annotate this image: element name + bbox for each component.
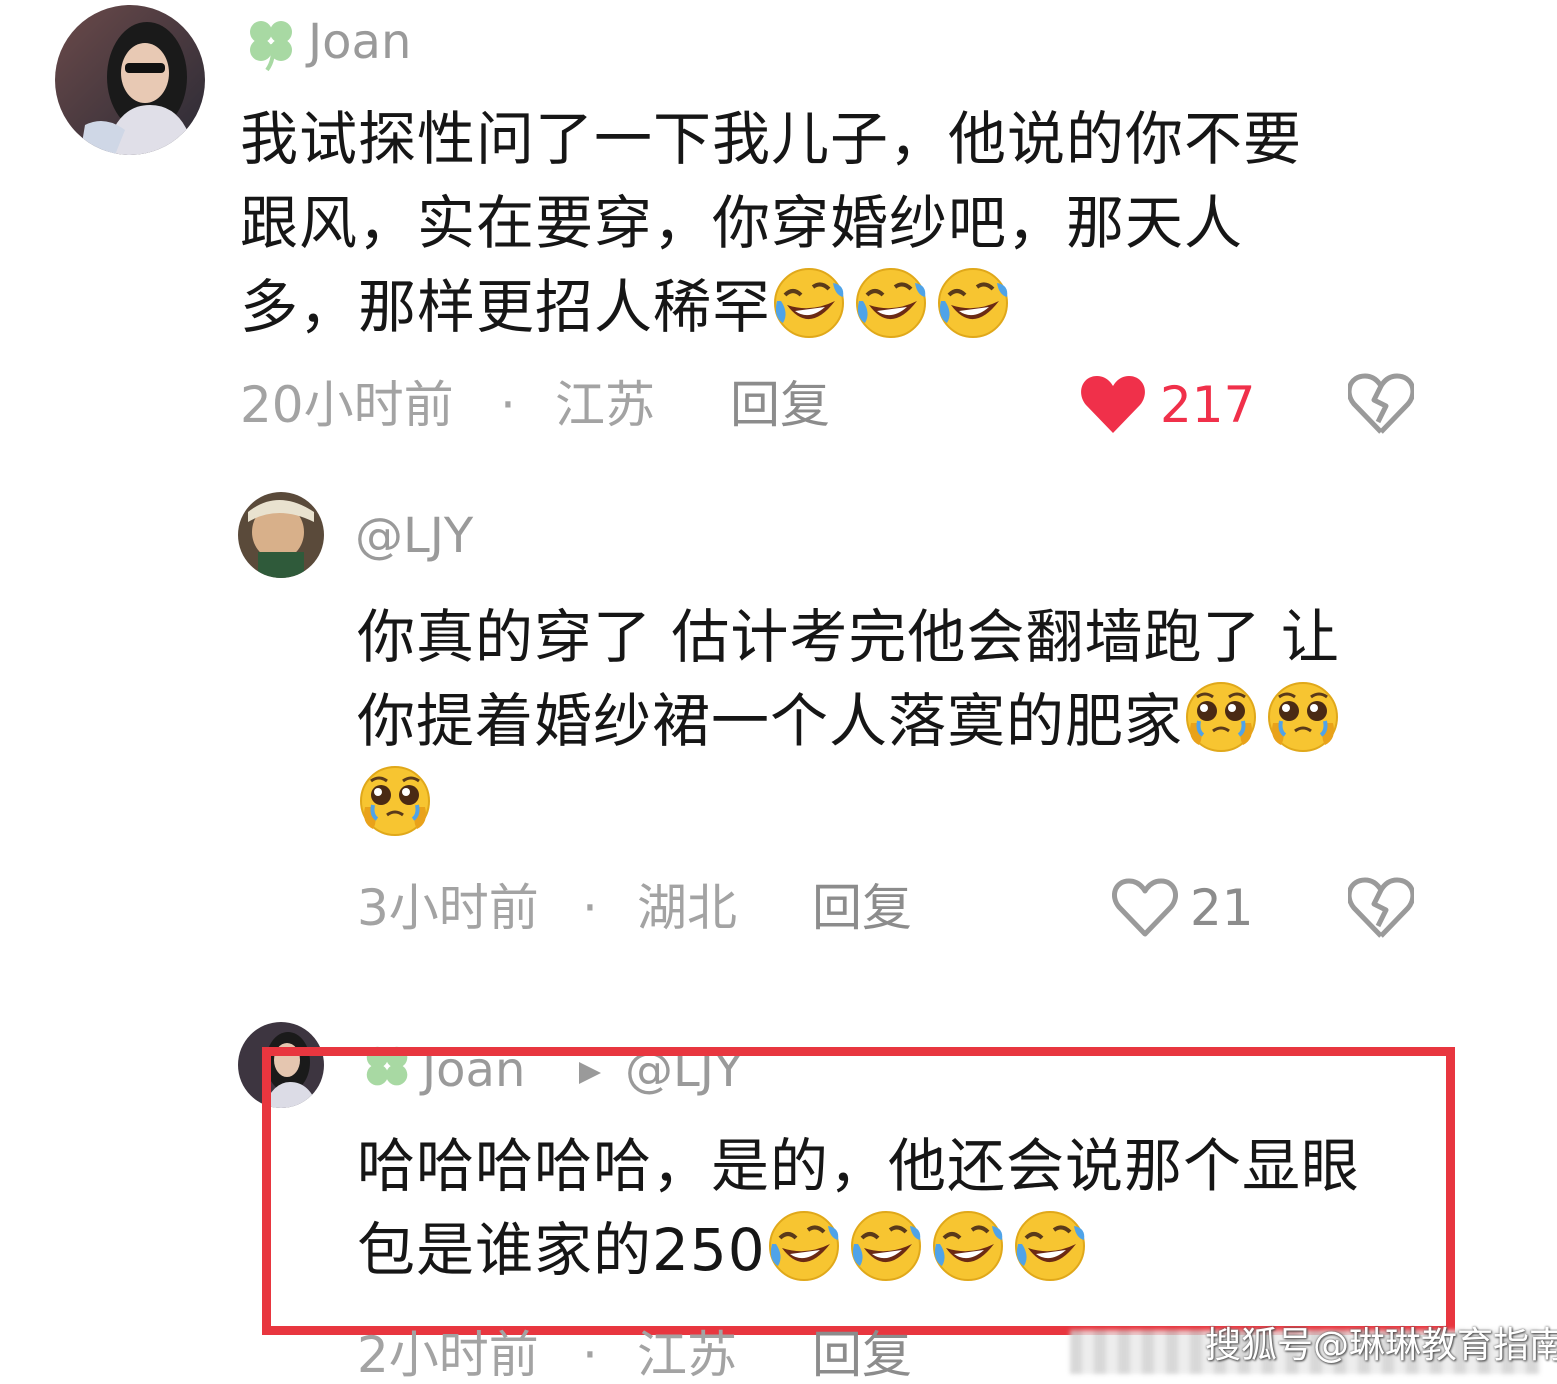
like-count: 217 — [1160, 376, 1256, 434]
timestamp: 2小时前 — [357, 1326, 539, 1384]
heart-outline-icon[interactable] — [1112, 876, 1178, 942]
timestamp: 20小时前 — [240, 376, 454, 434]
pleading-emoji — [357, 763, 433, 839]
watermark: 搜狐号@琳琳教育指南 — [1205, 1325, 1557, 1366]
comment-line: 你真的穿了 估计考完他会翻墙跑了 让 — [357, 603, 1340, 671]
rofl-emoji — [771, 265, 847, 341]
comment-text: 你真的穿了 估计考完他会翻墙跑了 让 你提着婚纱裙一个人落寞的肥家 — [357, 595, 1447, 847]
location: 湖北 — [637, 879, 737, 937]
comment-line: 我试探性问了一下我儿子，他说的你不要 — [240, 105, 1303, 173]
meta-separator: · — [582, 1326, 598, 1384]
location: 江苏 — [555, 376, 655, 434]
comment-text: 我试探性问了一下我儿子，他说的你不要 跟风，实在要穿，你穿婚纱吧，那天人 多，那… — [240, 97, 1440, 349]
pleading-emoji — [1183, 679, 1259, 755]
rofl-emoji — [853, 265, 929, 341]
timestamp: 3小时前 — [357, 879, 539, 937]
comment-line — [357, 763, 1447, 847]
avatar-ljy[interactable] — [238, 492, 324, 578]
dislike-icon[interactable] — [1346, 876, 1416, 944]
pleading-emoji — [1265, 679, 1341, 755]
meta-separator: · — [500, 376, 516, 434]
username[interactable]: Joan — [308, 18, 411, 66]
like-count: 21 — [1190, 879, 1254, 937]
comment-line: 你提着婚纱裙一个人落寞的肥家 — [357, 679, 1447, 763]
reply-button[interactable]: 回复 — [730, 380, 830, 430]
rofl-emoji — [935, 265, 1011, 341]
clover-icon — [243, 14, 301, 76]
avatar-joan[interactable] — [55, 5, 205, 155]
heart-filled-icon[interactable] — [1080, 373, 1146, 439]
reply-button[interactable]: 回复 — [812, 883, 912, 933]
comment-line: 跟风，实在要穿，你穿婚纱吧，那天人 — [240, 189, 1244, 257]
location: 江苏 — [637, 1326, 737, 1384]
reply-button[interactable]: 回复 — [812, 1330, 912, 1380]
highlight-box — [262, 1047, 1455, 1335]
comment-line: 多，那样更招人稀罕 — [240, 265, 1440, 349]
meta-separator: · — [582, 879, 598, 937]
username[interactable]: @LJY — [355, 512, 473, 560]
dislike-icon[interactable] — [1346, 372, 1416, 440]
